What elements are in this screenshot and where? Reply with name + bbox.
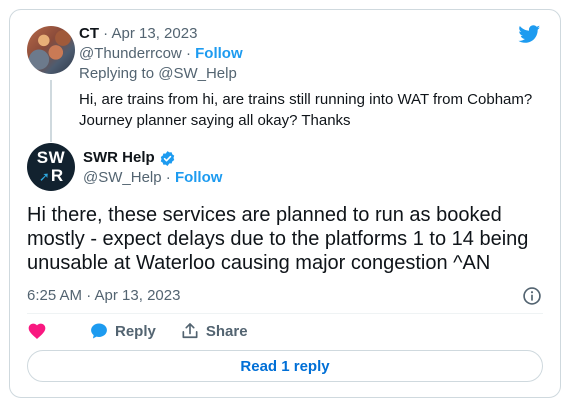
reply-bubble-icon [91, 323, 107, 339]
read-replies-button[interactable]: Read 1 reply [27, 350, 543, 382]
replying-to-prefix: Replying to [79, 65, 159, 82]
avatar-swr-bottom-row: ➚R [27, 166, 75, 187]
follow-swr-link[interactable]: Follow [175, 169, 223, 186]
separator-dot: · [161, 169, 175, 186]
info-icon[interactable] [522, 286, 542, 306]
heart-icon [28, 323, 46, 339]
parent-handle[interactable]: @Thunderrcow [79, 45, 182, 62]
avatar-ct[interactable] [27, 26, 75, 74]
replying-to-handle[interactable]: @SW_Help [158, 65, 237, 82]
avatar-swr-top-text: SW [36, 148, 66, 167]
share-label: Share [205, 322, 248, 340]
share-icon [182, 323, 198, 339]
swr-arrow-icon: ➚ [38, 169, 50, 184]
follow-ct-link[interactable]: Follow [195, 45, 243, 62]
reply-label: Reply [115, 322, 156, 340]
share-button[interactable]: Share [180, 321, 248, 341]
main-tweet-text: Hi there, these services are planned to … [27, 204, 529, 274]
parent-display-name[interactable]: CT [79, 25, 99, 42]
avatar-swr[interactable]: SW ➚R [27, 143, 75, 191]
replying-to-line: Replying to @SW_Help [79, 64, 237, 84]
twitter-logo-icon[interactable] [517, 23, 542, 45]
avatar-swr-bottom-text: R [50, 166, 64, 185]
main-handle[interactable]: @SW_Help [83, 169, 162, 186]
like-button[interactable] [27, 321, 47, 341]
parent-tweet-text: Hi, are trains from hi, are trains still… [79, 91, 533, 129]
separator-dot: · [181, 45, 196, 62]
tweet-timestamp[interactable]: 6:25 AM · Apr 13, 2023 [27, 286, 180, 306]
parent-tweet-header: CT · Apr 13, 2023 [79, 24, 197, 44]
main-tweet-header: SWR Help [83, 148, 176, 168]
verified-badge-icon [160, 150, 174, 166]
main-handle-row: @SW_Help · Follow [83, 168, 222, 188]
read-replies-label: Read 1 reply [240, 357, 330, 375]
parent-handle-row: @Thunderrcow · Follow [79, 44, 243, 64]
thread-connector-line [50, 80, 52, 142]
main-display-name[interactable]: SWR Help [83, 148, 155, 168]
action-bar: Reply Share [27, 319, 248, 343]
tweet-card: CT · Apr 13, 2023 @Thunderrcow · Follow … [9, 9, 561, 398]
separator-dot: · [99, 25, 112, 42]
parent-tweet-date[interactable]: Apr 13, 2023 [112, 25, 198, 42]
divider [27, 313, 543, 314]
reply-button[interactable]: Reply [89, 321, 156, 341]
